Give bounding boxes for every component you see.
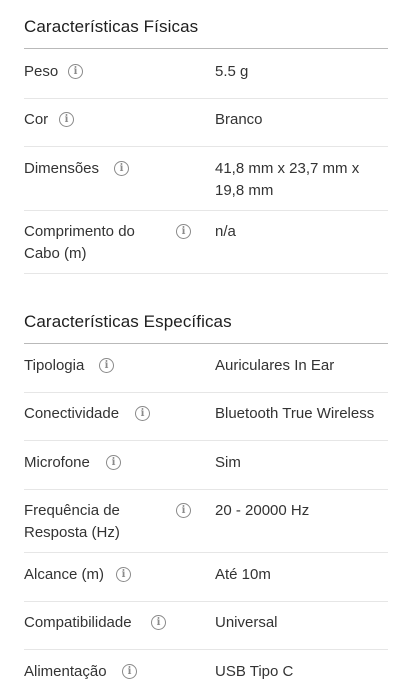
spec-value: Sim [215,454,241,471]
spec-label: Alimentação [24,663,107,680]
section-title-physical: Características Físicas [24,17,199,36]
spec-row-peso: Peso i 5.5 g [24,61,388,99]
spec-label: Compatibilidade [24,614,132,631]
spec-value: Branco [215,111,263,128]
spec-value: 5.5 g [215,63,249,80]
spec-row-tipologia: Tipologia i Auriculares In Ear [24,355,388,393]
spec-label: Tipologia [24,357,85,374]
spec-label: Peso [24,63,59,80]
spec-value: n/a [215,223,236,240]
spec-value: Bluetooth True Wireless [215,405,375,422]
section-title-specific: Características Específicas [24,312,232,331]
spec-row-alcance: Alcance (m) i Até 10m [24,564,388,602]
section-divider [24,48,388,49]
spec-label: Cor [24,111,49,128]
spec-value: 41,8 mm x 23,7 mm x 19,8 mm [215,160,360,199]
info-icon[interactable]: i [122,664,137,679]
spec-row-compatibilidade: Compatibilidade i Universal [24,612,388,650]
spec-value: Até 10m [215,566,271,583]
spec-row-frequencia-resposta: Frequência de Resposta (Hz) i 20 - 20000… [24,500,388,553]
spec-row-microfone: Microfone i Sim [24,452,388,490]
info-icon[interactable]: i [151,615,166,630]
spec-label: Alcance (m) [24,566,105,583]
info-icon[interactable]: i [135,406,150,421]
spec-label: Conectividade [24,405,120,422]
spec-label: Frequência de Resposta (Hz) [24,502,120,541]
spec-label: Dimensões [24,160,100,177]
spec-row-comprimento-cabo: Comprimento do Cabo (m) i n/a [24,221,388,274]
spec-row-conectividade: Conectividade i Bluetooth True Wireless [24,403,388,441]
spec-label: Comprimento do Cabo (m) [24,223,135,262]
info-icon[interactable]: i [116,567,131,582]
info-icon[interactable]: i [106,455,121,470]
info-icon[interactable]: i [176,224,191,239]
spec-value: USB Tipo C [215,663,294,680]
spec-row-cor: Cor i Branco [24,109,388,147]
spec-value: Universal [215,614,278,631]
spec-label: Microfone [24,454,90,471]
spec-row-alimentacao: Alimentação i USB Tipo C [24,661,388,700]
info-icon[interactable]: i [68,64,83,79]
info-icon[interactable]: i [99,358,114,373]
spec-value: 20 - 20000 Hz [215,502,310,519]
spec-row-dimensoes: Dimensões i 41,8 mm x 23,7 mm x 19,8 mm [24,158,388,211]
spec-value: Auriculares In Ear [215,357,335,374]
info-icon[interactable]: i [59,112,74,127]
info-icon[interactable]: i [176,503,191,518]
section-divider [24,343,388,344]
info-icon[interactable]: i [114,161,129,176]
